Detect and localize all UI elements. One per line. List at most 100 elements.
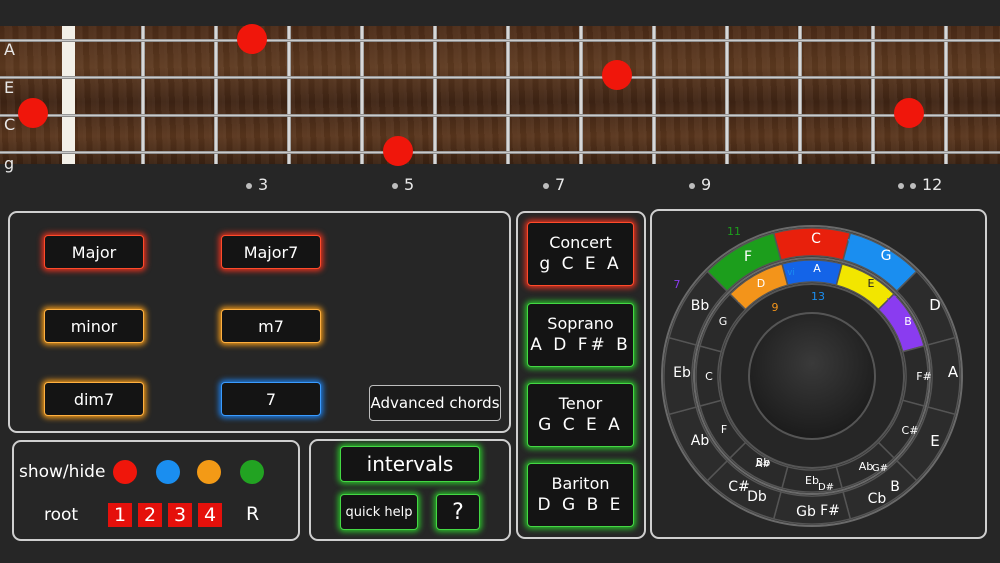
- fret: [871, 26, 875, 164]
- tuning-tenor-button[interactable]: Tenor G C E A: [527, 383, 634, 447]
- help-button[interactable]: ?: [436, 494, 480, 530]
- outer-note-a[interactable]: A: [948, 363, 959, 381]
- fret: [433, 26, 437, 164]
- note-dot[interactable]: [18, 98, 48, 128]
- circle-of-fifths[interactable]: C G D A E B F# Db Ab Eb Bb F Gb Cb C# A …: [650, 209, 987, 539]
- outer-note-c[interactable]: C: [811, 231, 821, 247]
- red-toggle[interactable]: [113, 460, 137, 484]
- tuning-soprano-button[interactable]: Soprano A D F# B: [527, 303, 634, 367]
- root-4-button[interactable]: 4: [198, 503, 222, 527]
- inner-note-f[interactable]: F: [721, 423, 727, 436]
- outer-note-b[interactable]: B: [890, 479, 900, 495]
- tuning-name: Tenor: [558, 393, 603, 413]
- degree-9: 9: [772, 301, 779, 314]
- nut: [62, 26, 75, 164]
- outer-note-d[interactable]: D: [929, 296, 941, 314]
- inner-note-eb[interactable]: Eb: [805, 474, 819, 487]
- fret-marker-7: 7: [543, 175, 565, 194]
- inner-note-asharp[interactable]: A#: [755, 459, 770, 470]
- tuning-name: Soprano: [547, 313, 614, 333]
- degree-vii: vii: [887, 296, 897, 306]
- degree-vi: vi: [787, 268, 795, 278]
- outer-note-bb[interactable]: Bb: [691, 298, 710, 314]
- seven-button[interactable]: 7: [221, 382, 321, 416]
- fret: [287, 26, 291, 164]
- outer-note-eb[interactable]: Eb: [673, 365, 691, 381]
- degree-11: 11: [727, 225, 741, 238]
- advanced-chords-button[interactable]: Advanced chords: [369, 385, 501, 421]
- inner-note-gsharp[interactable]: G#: [872, 463, 888, 474]
- root-3-button[interactable]: 3: [168, 503, 192, 527]
- fret: [652, 26, 656, 164]
- string-a[interactable]: [0, 39, 1000, 42]
- degree-iii: iii: [841, 269, 849, 279]
- tuning-concert-button[interactable]: Concert g C E A: [527, 222, 634, 286]
- inner-note-e[interactable]: E: [868, 277, 875, 290]
- inner-note-d[interactable]: D: [757, 277, 765, 290]
- show-hide-label: show/hide: [19, 462, 106, 482]
- outer-note-ab[interactable]: Ab: [691, 433, 710, 449]
- major7-button[interactable]: Major7: [221, 235, 321, 269]
- intervals-button[interactable]: intervals: [340, 446, 480, 482]
- orange-toggle[interactable]: [197, 460, 221, 484]
- degree-v: V: [848, 238, 855, 249]
- major-button[interactable]: Major: [44, 235, 144, 269]
- fret-marker-5: 5: [392, 175, 414, 194]
- tuning-notes: D G B E: [537, 495, 624, 516]
- m7-button[interactable]: m7: [221, 309, 321, 343]
- tuning-notes: g C E A: [539, 254, 622, 275]
- note-dot[interactable]: [237, 24, 267, 54]
- string-label-a: A: [4, 40, 15, 59]
- inner-note-csharp[interactable]: C#: [902, 424, 919, 437]
- green-toggle[interactable]: [240, 460, 264, 484]
- outer-note-db[interactable]: Db: [747, 489, 767, 505]
- quick-help-button[interactable]: quick help: [340, 494, 418, 530]
- fret-marker-3: 3: [246, 175, 268, 194]
- fret-marker-9: 9: [689, 175, 711, 194]
- outer-note-gb[interactable]: Gb: [796, 504, 816, 520]
- root-2-button[interactable]: 2: [138, 503, 162, 527]
- minor-button[interactable]: minor: [44, 309, 144, 343]
- string-g[interactable]: [0, 151, 1000, 154]
- outer-note-e[interactable]: E: [930, 432, 939, 450]
- root-r-button[interactable]: R: [246, 503, 259, 525]
- tuning-notes: A D F# B: [530, 335, 631, 356]
- inner-note-dsharp[interactable]: D#: [818, 482, 834, 493]
- inner-note-a[interactable]: A: [813, 262, 821, 275]
- outer-note-g[interactable]: G: [881, 248, 892, 264]
- tuning-bariton-button[interactable]: Bariton D G B E: [527, 463, 634, 527]
- fret: [506, 26, 510, 164]
- fret: [798, 26, 802, 164]
- string-e[interactable]: [0, 76, 1000, 79]
- fretboard[interactable]: [0, 26, 1000, 164]
- degree-iv: IV: [711, 267, 721, 278]
- tuning-name: Bariton: [551, 473, 610, 493]
- root-label: root: [44, 505, 79, 525]
- outer-note-cb[interactable]: Cb: [868, 491, 887, 507]
- outer-note-csharp[interactable]: C#: [728, 479, 750, 495]
- fret: [141, 26, 145, 164]
- inner-note-g[interactable]: G: [719, 315, 728, 328]
- fret: [944, 26, 948, 164]
- inner-note-c[interactable]: C: [705, 370, 713, 383]
- degree-7: 7: [674, 278, 681, 291]
- fret-marker-12: 12: [898, 175, 942, 194]
- note-dot[interactable]: [894, 98, 924, 128]
- circle-hub[interactable]: [748, 312, 876, 440]
- outer-note-f[interactable]: F: [744, 249, 752, 265]
- blue-toggle[interactable]: [156, 460, 180, 484]
- outer-note-fsharp[interactable]: F#: [820, 503, 840, 519]
- tuning-notes: G C E A: [538, 415, 623, 436]
- tuning-name: Concert: [549, 232, 612, 252]
- inner-note-fsharp[interactable]: F#: [916, 370, 932, 383]
- dim7-button[interactable]: dim7: [44, 382, 144, 416]
- fret: [214, 26, 218, 164]
- inner-note-b[interactable]: B: [904, 315, 912, 328]
- degree-i: I: [781, 235, 784, 246]
- fret: [360, 26, 364, 164]
- string-label-g: g: [4, 154, 15, 173]
- root-1-button[interactable]: 1: [108, 503, 132, 527]
- note-dot[interactable]: [383, 136, 413, 166]
- string-c[interactable]: [0, 114, 1000, 117]
- note-dot[interactable]: [602, 60, 632, 90]
